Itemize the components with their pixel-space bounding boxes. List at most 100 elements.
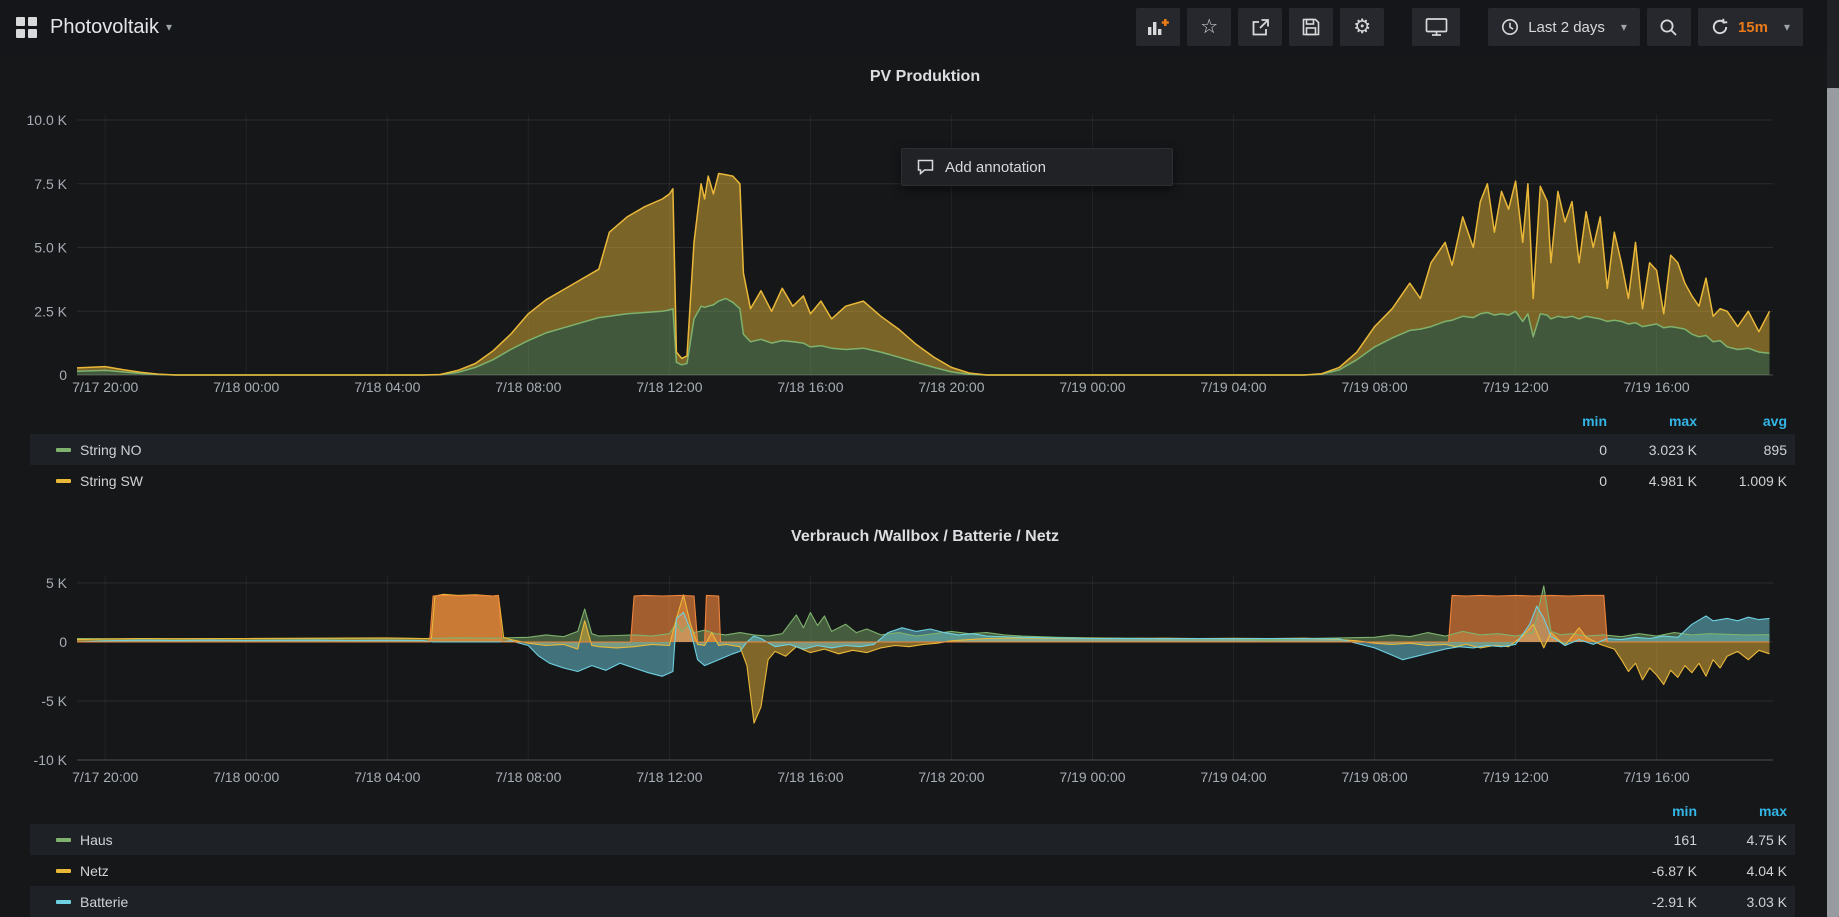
legend-row-string-sw: String SW 0 4.981 K 1.009 K xyxy=(30,465,1795,496)
zoom-out-button[interactable] xyxy=(1647,8,1691,46)
svg-text:7/18 08:00: 7/18 08:00 xyxy=(495,379,561,395)
verbrauch-plot[interactable]: 5 K 0 -5 K -10 K7/17 20:00 7/18 00:00 7/18 04… xyxy=(0,556,1820,796)
dashboard-title[interactable]: Photovoltaik xyxy=(50,16,159,39)
series-name[interactable]: String NO xyxy=(80,442,141,458)
svg-text:7/19 16:00: 7/19 16:00 xyxy=(1624,769,1690,785)
svg-text:7/19 16:00: 7/19 16:00 xyxy=(1624,379,1690,395)
save-icon xyxy=(1302,18,1320,36)
chevron-down-icon: ▾ xyxy=(1621,21,1627,33)
svg-text:7/18 16:00: 7/18 16:00 xyxy=(777,769,843,785)
legend-header-avg[interactable]: avg xyxy=(1697,413,1787,429)
star-button[interactable]: ☆ xyxy=(1187,8,1231,46)
svg-text:7/19 00:00: 7/19 00:00 xyxy=(1059,769,1125,785)
save-button[interactable] xyxy=(1289,8,1333,46)
share-icon xyxy=(1251,18,1270,37)
series-min-value: 0 xyxy=(1517,442,1607,458)
series-color-marker xyxy=(56,900,71,904)
series-name[interactable]: String SW xyxy=(80,473,143,489)
legend-row-batterie: Batterie -2.91 K 3.03 K xyxy=(30,886,1795,917)
time-range-label: Last 2 days xyxy=(1528,19,1605,36)
tv-mode-button[interactable] xyxy=(1412,8,1460,46)
comment-icon xyxy=(917,159,934,175)
time-picker-button[interactable]: Last 2 days ▾ xyxy=(1488,8,1640,46)
legend-row-string-no: String NO 0 3.023 K 895 xyxy=(30,434,1795,465)
svg-text:7/18 12:00: 7/18 12:00 xyxy=(636,379,702,395)
svg-text:7/18 20:00: 7/18 20:00 xyxy=(918,379,984,395)
add-panel-icon xyxy=(1147,18,1169,36)
monitor-icon xyxy=(1425,17,1448,37)
svg-text:7/18 08:00: 7/18 08:00 xyxy=(495,769,561,785)
navbar-actions: ☆ ⚙ Last 2 days ▾ xyxy=(1136,8,1839,46)
pv-produktion-chart[interactable]: 02.5 K5.0 K7.5 K10.0 K7/17 20:007/18 00:… xyxy=(0,95,1820,412)
legend-header-max[interactable]: max xyxy=(1697,803,1787,819)
share-button[interactable] xyxy=(1238,8,1282,46)
svg-text:0: 0 xyxy=(59,367,67,383)
gear-icon: ⚙ xyxy=(1353,17,1371,37)
svg-text:5 K: 5 K xyxy=(46,575,68,591)
svg-text:7.5 K: 7.5 K xyxy=(34,176,67,192)
series-color-marker xyxy=(56,869,71,873)
series-max-value: 4.75 K xyxy=(1697,832,1787,848)
legend-header-row: min max xyxy=(30,798,1795,824)
series-max-value: 3.023 K xyxy=(1607,442,1697,458)
legend-header-max[interactable]: max xyxy=(1607,413,1697,429)
series-color-marker xyxy=(56,838,71,842)
svg-text:7/18 00:00: 7/18 00:00 xyxy=(213,379,279,395)
svg-text:7/18 16:00: 7/18 16:00 xyxy=(777,379,843,395)
series-avg-value: 895 xyxy=(1697,442,1787,458)
series-min-value: -2.91 K xyxy=(1607,894,1697,910)
verbrauch-chart[interactable]: 5 K 0 -5 K -10 K7/17 20:00 7/18 00:00 7/18 04… xyxy=(0,556,1820,801)
series-max-value: 3.03 K xyxy=(1697,894,1787,910)
chevron-down-icon: ▾ xyxy=(166,21,172,33)
series-max-value: 4.04 K xyxy=(1697,863,1787,879)
add-panel-button[interactable] xyxy=(1136,8,1180,46)
svg-text:0: 0 xyxy=(59,634,67,650)
settings-button[interactable]: ⚙ xyxy=(1340,8,1384,46)
svg-text:-5 K: -5 K xyxy=(41,693,67,709)
svg-text:7/18 04:00: 7/18 04:00 xyxy=(354,769,420,785)
svg-text:7/18 20:00: 7/18 20:00 xyxy=(918,769,984,785)
apps-grid-icon xyxy=(16,17,37,38)
svg-text:7/18 04:00: 7/18 04:00 xyxy=(354,379,420,395)
svg-text:7/17 20:00: 7/17 20:00 xyxy=(72,379,138,395)
series-min-value: 0 xyxy=(1517,473,1607,489)
magnifier-icon xyxy=(1659,18,1678,37)
series-max-value: 4.981 K xyxy=(1607,473,1697,489)
svg-text:7/19 00:00: 7/19 00:00 xyxy=(1059,379,1125,395)
svg-text:2.5 K: 2.5 K xyxy=(34,303,67,319)
pv-legend: min max avg String NO 0 3.023 K 895 Stri… xyxy=(30,408,1795,496)
svg-text:7/19 04:00: 7/19 04:00 xyxy=(1200,379,1266,395)
svg-text:7/17 20:00: 7/17 20:00 xyxy=(72,769,138,785)
svg-text:7/18 00:00: 7/18 00:00 xyxy=(213,769,279,785)
svg-text:7/18 12:00: 7/18 12:00 xyxy=(636,769,702,785)
svg-text:7/19 08:00: 7/19 08:00 xyxy=(1342,769,1408,785)
legend-header-min[interactable]: min xyxy=(1517,413,1607,429)
legend-row-netz: Netz -6.87 K 4.04 K xyxy=(30,855,1795,886)
series-name[interactable]: Haus xyxy=(80,832,113,848)
refresh-button[interactable]: 15m ▾ xyxy=(1698,8,1803,46)
navbar: Photovoltaik ▾ ☆ ⚙ xyxy=(0,0,1839,54)
verbrauch-legend: min max Haus 161 4.75 K Netz -6.87 K 4.0… xyxy=(30,798,1795,917)
series-color-marker xyxy=(56,448,71,452)
panel-title-verbrauch[interactable]: Verbrauch /Wallbox / Batterie / Netz xyxy=(0,528,1839,546)
svg-text:7/19 08:00: 7/19 08:00 xyxy=(1342,379,1408,395)
svg-text:7/19 12:00: 7/19 12:00 xyxy=(1483,379,1549,395)
add-annotation-item[interactable]: Add annotation xyxy=(945,159,1046,176)
panel-title-pv-produktion[interactable]: PV Produktion xyxy=(0,68,1839,86)
dashboard-menu-button[interactable]: Photovoltaik ▾ xyxy=(16,16,172,39)
svg-text:5.0 K: 5.0 K xyxy=(34,240,67,256)
series-name[interactable]: Batterie xyxy=(80,894,128,910)
legend-header-min[interactable]: min xyxy=(1607,803,1697,819)
series-name[interactable]: Netz xyxy=(80,863,109,879)
refresh-icon xyxy=(1711,18,1729,36)
svg-text:-10 K: -10 K xyxy=(34,752,68,768)
refresh-interval-label: 15m xyxy=(1738,19,1768,36)
star-icon: ☆ xyxy=(1200,17,1218,37)
series-min-value: -6.87 K xyxy=(1607,863,1697,879)
chevron-down-icon: ▾ xyxy=(1784,21,1790,33)
svg-text:7/19 12:00: 7/19 12:00 xyxy=(1483,769,1549,785)
clock-icon xyxy=(1501,18,1519,36)
series-min-value: 161 xyxy=(1607,832,1697,848)
pv-produktion-plot[interactable]: 02.5 K5.0 K7.5 K10.0 K7/17 20:007/18 00:… xyxy=(0,95,1820,407)
scrollbar-thumb[interactable] xyxy=(1827,88,1839,917)
